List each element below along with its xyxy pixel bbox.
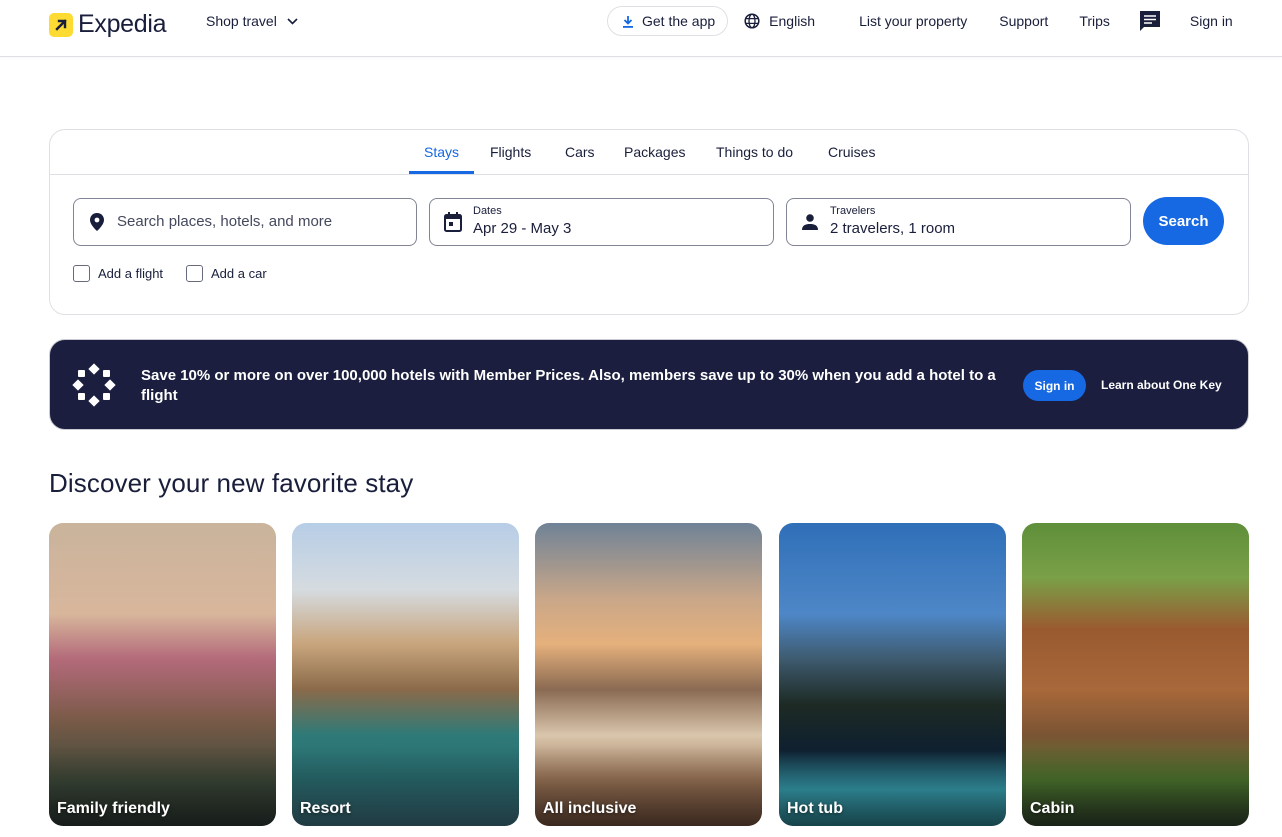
banner-message: Save 10% or more on over 100,000 hotels … — [141, 367, 996, 404]
category-card-all-inclusive[interactable]: All inclusive — [535, 523, 762, 826]
add-flight-checkbox[interactable] — [73, 265, 90, 282]
dates-label: Dates — [473, 205, 502, 217]
card-label: All inclusive — [543, 800, 637, 817]
category-card-cabin[interactable]: Cabin — [1022, 523, 1249, 826]
sign-in-label: Sign in — [1189, 13, 1233, 29]
sign-in-link[interactable]: Sign in — [1190, 13, 1233, 29]
category-card-family-friendly[interactable]: Family friendly — [49, 523, 276, 826]
tab-packages[interactable]: Packages — [624, 144, 685, 160]
search-button[interactable]: Search — [1143, 197, 1224, 245]
trips-link[interactable]: Trips — [1079, 13, 1110, 29]
active-tab-indicator — [409, 171, 474, 174]
download-icon — [623, 15, 633, 28]
messages-button[interactable] — [1139, 10, 1161, 32]
card-label: Family friendly — [57, 800, 170, 817]
brand-name: Expedia — [78, 10, 167, 38]
map-pin-icon — [88, 213, 106, 231]
tab-flights[interactable]: Flights — [490, 144, 531, 160]
list-your-property-link[interactable]: List your property — [859, 13, 967, 29]
chevron-down-icon — [287, 17, 298, 25]
trips-label: Trips — [1079, 13, 1110, 29]
calendar-icon — [444, 212, 462, 232]
member-prices-banner: Save 10% or more on over 100,000 hotels … — [49, 339, 1249, 430]
tab-things-to-do[interactable]: Things to do — [716, 144, 793, 160]
add-flight-label: Add a flight — [98, 266, 164, 281]
card-label: Hot tub — [787, 800, 843, 817]
globe-icon — [744, 13, 760, 29]
header-nav: Get the app English List your property S… — [607, 6, 1233, 36]
travelers-label: Travelers — [830, 205, 876, 217]
destination-input[interactable]: Search places, hotels, and more — [73, 198, 417, 246]
search-tabs: Stays Flights Cars Packages Things to do… — [50, 130, 1248, 175]
tab-cruises[interactable]: Cruises — [828, 144, 875, 160]
card-label: Cabin — [1030, 800, 1075, 817]
search-form-card: Stays Flights Cars Packages Things to do… — [49, 129, 1249, 315]
add-flight-option[interactable]: Add a flight — [73, 265, 163, 282]
add-car-label: Add a car — [211, 266, 267, 281]
shop-travel-menu[interactable]: Shop travel — [206, 13, 298, 29]
top-header: Expedia Shop travel Get the app English … — [0, 0, 1282, 57]
expedia-logo[interactable]: Expedia — [49, 10, 167, 39]
dates-value: Apr 29 - May 3 — [473, 220, 572, 237]
get-the-app-label: Get the app — [642, 13, 716, 29]
travelers-field[interactable]: Travelers 2 travelers, 1 room — [786, 198, 1131, 246]
destination-placeholder: Search places, hotels, and more — [117, 213, 333, 230]
category-card-resort[interactable]: Resort — [292, 523, 519, 826]
one-key-icon — [72, 363, 116, 407]
list-your-property-label: List your property — [859, 13, 968, 29]
get-the-app-button[interactable]: Get the app — [607, 6, 729, 36]
tab-stays[interactable]: Stays — [424, 144, 459, 160]
language-selector[interactable]: English — [744, 13, 815, 29]
learn-about-one-key-link[interactable]: Learn about One Key — [1101, 378, 1222, 392]
person-icon — [801, 213, 819, 231]
discover-heading: Discover your new favorite stay — [49, 468, 414, 498]
tab-cars[interactable]: Cars — [565, 144, 595, 160]
support-label: Support — [999, 13, 1049, 29]
add-car-checkbox[interactable] — [186, 265, 203, 282]
dates-field[interactable]: Dates Apr 29 - May 3 — [429, 198, 774, 246]
chat-icon — [1139, 11, 1160, 31]
card-label: Resort — [300, 800, 351, 817]
support-link[interactable]: Support — [999, 13, 1048, 29]
expedia-arrow-icon — [49, 12, 73, 37]
banner-sign-in-button[interactable]: Sign in — [1023, 370, 1086, 401]
category-card-hot-tub[interactable]: Hot tub — [779, 523, 1006, 826]
language-label: English — [769, 13, 816, 29]
travelers-value: 2 travelers, 1 room — [830, 220, 956, 237]
add-car-option[interactable]: Add a car — [186, 265, 267, 282]
shop-travel-label: Shop travel — [206, 13, 277, 29]
